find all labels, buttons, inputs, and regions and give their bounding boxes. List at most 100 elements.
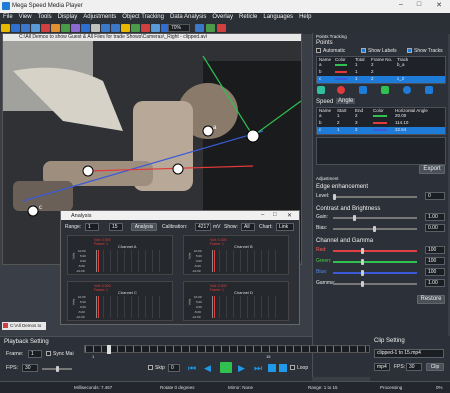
tab-speed[interactable]: Speed	[316, 99, 333, 105]
red-slider-knob[interactable]	[361, 248, 364, 254]
remove-point-icon[interactable]	[337, 86, 345, 94]
delete-icon[interactable]	[141, 24, 150, 32]
channel-d-chart[interactable]: Volt: 0.000 Frame: 1 Channel D Volts 10.…	[183, 281, 289, 321]
automatic-checkbox[interactable]: Automatic	[316, 48, 345, 54]
red-input[interactable]: 100	[425, 246, 445, 254]
menu-object-tracking[interactable]: Object Tracking	[119, 13, 167, 23]
skip-checkbox[interactable]: Skip	[148, 365, 165, 371]
menu-tools[interactable]: Tools	[35, 13, 55, 23]
minimize-button[interactable]: –	[394, 1, 408, 12]
record-icon[interactable]	[41, 24, 50, 32]
zoom-out-icon[interactable]	[111, 24, 120, 32]
range-from-input[interactable]: 1	[85, 223, 99, 231]
sync-checkbox[interactable]: Sync Mai	[46, 351, 74, 357]
channel-b-chart[interactable]: Volt: 0.000 Frame: 1 Channel B Volts 10.…	[183, 235, 289, 275]
menu-overlay[interactable]: Overlay	[209, 13, 236, 23]
gamma-input[interactable]: 1.00	[425, 279, 445, 287]
menu-file[interactable]: File	[0, 13, 16, 23]
menu-languages[interactable]: Languages	[260, 13, 296, 23]
fps-slider-knob[interactable]	[56, 366, 59, 372]
bias-input[interactable]: 0.00	[425, 224, 445, 232]
restore-button[interactable]: Restore	[417, 295, 445, 304]
analysis-button[interactable]: Analysis	[131, 223, 157, 231]
table-row[interactable]: b 2 3 114.10	[317, 120, 445, 127]
split-icon[interactable]	[151, 24, 160, 32]
red-slider[interactable]	[333, 248, 417, 254]
play-back-icon[interactable]: ◀	[204, 363, 211, 374]
channel-a-chart[interactable]: Volt: 0.000 Frame: 1 Channel A Volts 10.…	[67, 235, 173, 275]
step-forward-icon[interactable]	[279, 364, 287, 372]
blue-input[interactable]: 100	[425, 268, 445, 276]
track-icon[interactable]	[61, 24, 70, 32]
blue-slider[interactable]	[333, 270, 417, 276]
close-button[interactable]: ✕	[432, 1, 446, 12]
play-icon[interactable]	[206, 24, 215, 32]
green-slider-knob[interactable]	[361, 259, 364, 265]
level-slider[interactable]	[333, 194, 417, 200]
gain-input[interactable]: 1.00	[425, 213, 445, 221]
save-icon[interactable]	[11, 24, 20, 32]
add-point-icon[interactable]	[317, 86, 325, 94]
stop-icon[interactable]	[217, 24, 226, 32]
channel-c-chart[interactable]: Volt: 0.000 Frame: 1 Channel C Volts 10.…	[67, 281, 173, 321]
gain-slider[interactable]	[333, 215, 417, 221]
show-select[interactable]: All	[241, 223, 255, 231]
bias-slider-knob[interactable]	[373, 226, 376, 232]
gamma-slider-knob[interactable]	[361, 281, 364, 287]
grid-icon[interactable]	[131, 24, 140, 32]
show-labels-checkbox[interactable]: Show Labels	[361, 48, 397, 54]
maximize-button[interactable]: □	[412, 1, 426, 12]
frame-input[interactable]: 1	[28, 350, 42, 358]
last-frame-icon[interactable]: ⏭	[254, 363, 262, 374]
skip-input[interactable]: 0	[168, 364, 180, 372]
locate-icon[interactable]	[381, 86, 389, 94]
export-button[interactable]: Export	[419, 165, 445, 174]
pause-icon[interactable]	[220, 362, 232, 373]
menu-adjustments[interactable]: Adjustments	[80, 13, 119, 23]
chart-select[interactable]: Link	[276, 223, 294, 231]
table-row-selected[interactable]: c 1 2 c_2	[317, 76, 445, 83]
clear-points-icon[interactable]	[425, 86, 433, 94]
rotate-icon[interactable]	[121, 24, 130, 32]
step-back-icon[interactable]	[268, 364, 276, 372]
gamma-slider[interactable]	[333, 281, 417, 287]
measure-icon[interactable]	[71, 24, 80, 32]
analysis-close-button[interactable]: ✕	[287, 212, 292, 219]
first-frame-icon[interactable]: ⏮	[188, 363, 196, 374]
timeline-track[interactable]	[84, 345, 370, 354]
loop-checkbox[interactable]: Loop	[290, 365, 308, 371]
cursor-icon[interactable]	[91, 24, 100, 32]
green-slider[interactable]	[333, 259, 417, 265]
calibration-input[interactable]: 4217	[195, 223, 211, 231]
gain-slider-knob[interactable]	[353, 215, 356, 221]
table-row[interactable]: a 1 2 b_a	[317, 62, 445, 69]
menu-display[interactable]: Display	[55, 13, 81, 23]
level-slider-knob[interactable]	[333, 194, 336, 200]
timeline-start-marker[interactable]	[107, 345, 111, 354]
menu-data-analysis[interactable]: Data Analysis	[167, 13, 209, 23]
zoom-level[interactable]: 70%	[168, 24, 190, 32]
clip-button[interactable]: Clip	[426, 363, 444, 371]
green-input[interactable]: 100	[425, 257, 445, 265]
menu-reticle[interactable]: Reticle	[236, 13, 260, 23]
analysis-maximize-button[interactable]: □	[273, 212, 277, 218]
bias-slider[interactable]	[333, 226, 417, 232]
table-row[interactable]: a 1 2 20.00	[317, 113, 445, 120]
zoom-in-icon[interactable]	[101, 24, 110, 32]
analysis-minimize-button[interactable]: –	[261, 212, 264, 218]
open-folder-icon[interactable]	[1, 24, 10, 32]
camera-icon[interactable]	[21, 24, 30, 32]
minimized-window[interactable]: C:\All Demos to	[2, 322, 46, 330]
show-tracks-checkbox[interactable]: Show Tracks	[407, 48, 443, 54]
menu-help[interactable]: Help	[296, 13, 314, 23]
clip-filename-input[interactable]: clipped-1 to 15.mp4	[374, 349, 444, 358]
settings-icon[interactable]	[195, 24, 204, 32]
fps-slider[interactable]	[42, 366, 72, 372]
range-to-input[interactable]: 15	[109, 223, 123, 231]
export-icon[interactable]	[31, 24, 40, 32]
clip-fps-input[interactable]: 30	[406, 363, 422, 371]
clip-format-select[interactable]: mp4	[374, 363, 390, 371]
table-row[interactable]: b 1 2	[317, 69, 445, 76]
fps-input[interactable]: 30	[22, 364, 38, 372]
angle-icon[interactable]	[81, 24, 90, 32]
